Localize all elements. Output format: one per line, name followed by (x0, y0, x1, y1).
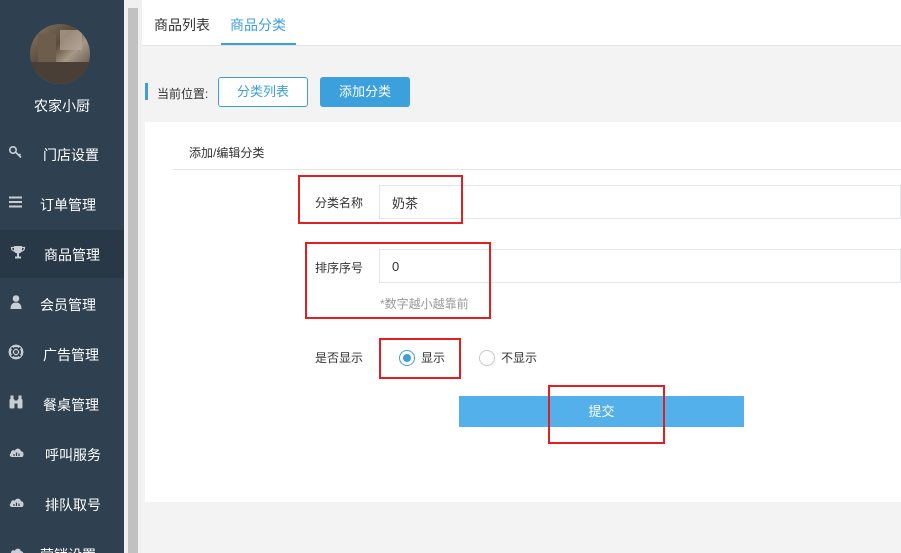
radio-hide[interactable] (479, 350, 495, 366)
scrollbar-thumb[interactable] (128, 8, 138, 553)
radio-hide-label[interactable]: 不显示 (501, 349, 537, 366)
sidebar-item-tables[interactable]: 餐桌管理 (0, 380, 124, 428)
form-panel: 添加/编辑分类 分类名称 排序序号 *数字越小越靠前 是否显示 显示 不显示 提… (145, 122, 901, 502)
sidebar-item-label: 营销设置 (40, 545, 96, 553)
sidebar-item-label: 餐桌管理 (43, 397, 99, 413)
sidebar-item-call-service[interactable]: 呼叫服务 (0, 430, 124, 478)
sidebar-item-label: 会员管理 (40, 297, 96, 313)
tab-product-category[interactable]: 商品分类 (230, 15, 286, 35)
sidebar-item-label: 订单管理 (40, 197, 96, 213)
binoculars-icon (8, 394, 24, 410)
breadcrumb-label: 当前位置: (157, 87, 209, 101)
sidebar: 农家小厨 门店设置 订单管理 商品管理 会员管理 广告管理 餐桌管理 呼叫服务 … (0, 0, 124, 553)
cloud-icon (8, 444, 24, 460)
sidebar-item-members[interactable]: 会员管理 (0, 280, 124, 328)
sidebar-item-marketing[interactable]: 营销设置 (0, 530, 124, 553)
life-ring-icon (8, 344, 24, 360)
key-icon (8, 144, 24, 160)
cloud-icon (8, 544, 24, 553)
user-icon (8, 294, 24, 310)
breadcrumb-marker (145, 83, 148, 100)
sidebar-item-label: 商品管理 (44, 247, 100, 263)
visibility-label: 是否显示 (315, 351, 364, 365)
sidebar-item-ads[interactable]: 广告管理 (0, 330, 124, 378)
category-name-input[interactable] (379, 185, 901, 219)
sidebar-item-store-settings[interactable]: 门店设置 (0, 130, 124, 178)
cloud-icon (8, 494, 24, 510)
sidebar-item-orders[interactable]: 订单管理 (0, 180, 124, 228)
store-name: 农家小厨 (34, 98, 90, 114)
tab-product-list[interactable]: 商品列表 (154, 15, 210, 35)
sort-order-hint: *数字越小越靠前 (380, 297, 469, 311)
sort-order-input[interactable] (379, 249, 901, 283)
list-icon (8, 194, 24, 210)
add-category-button[interactable]: 添加分类 (320, 77, 410, 107)
sort-order-label: 排序序号 (315, 261, 364, 275)
scrollbar[interactable] (124, 0, 142, 553)
sidebar-item-label: 排队取号 (45, 497, 101, 513)
sidebar-item-label: 广告管理 (43, 347, 99, 363)
sidebar-item-label: 门店设置 (43, 147, 99, 163)
active-tab-indicator (221, 43, 296, 45)
radio-show[interactable] (399, 350, 415, 366)
sidebar-item-products[interactable]: 商品管理 (0, 230, 124, 278)
radio-show-label[interactable]: 显示 (421, 349, 445, 366)
submit-button[interactable]: 提交 (459, 396, 744, 427)
trophy-icon (10, 244, 26, 260)
sidebar-item-label: 呼叫服务 (45, 447, 101, 463)
sidebar-item-queue[interactable]: 排队取号 (0, 480, 124, 528)
category-name-label: 分类名称 (315, 196, 364, 210)
avatar (30, 24, 90, 84)
form-title: 添加/编辑分类 (189, 146, 265, 160)
top-tab-bar: 商品列表 商品分类 (142, 0, 901, 46)
divider (173, 169, 901, 170)
category-list-button[interactable]: 分类列表 (218, 77, 308, 107)
